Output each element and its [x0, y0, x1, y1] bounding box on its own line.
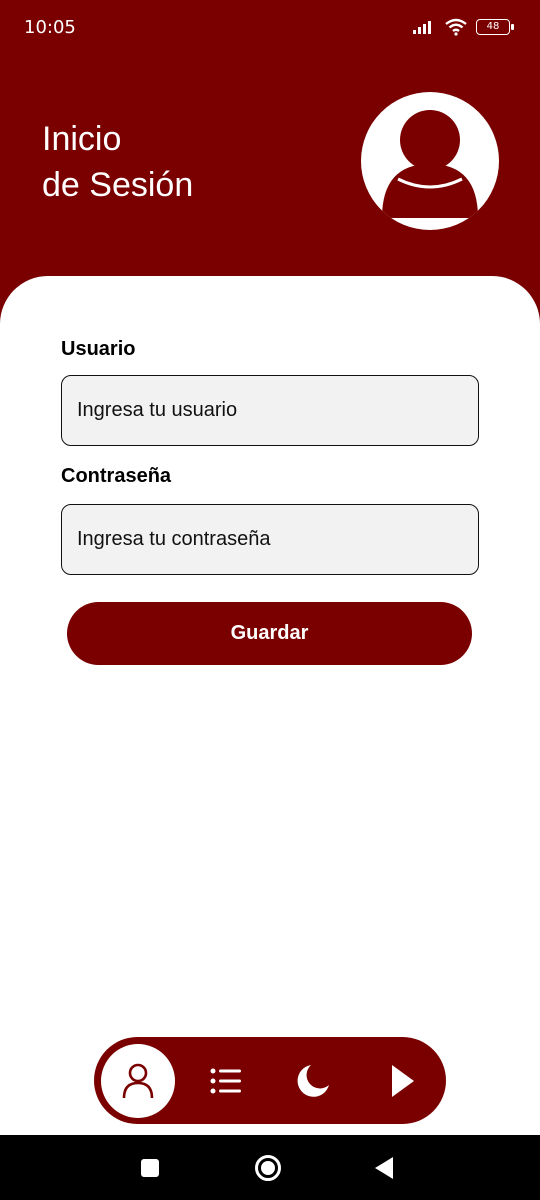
recents-icon	[141, 1158, 159, 1177]
nav-item-list[interactable]	[189, 1044, 263, 1118]
password-input[interactable]	[61, 504, 479, 575]
page-title-line1: Inicio	[42, 120, 122, 158]
person-icon	[122, 1063, 154, 1099]
system-nav-bar	[0, 1135, 540, 1200]
nav-item-theme[interactable]	[276, 1044, 350, 1118]
user-input[interactable]	[61, 375, 479, 446]
home-button[interactable]	[238, 1135, 298, 1200]
list-icon	[210, 1068, 241, 1094]
page-title-line2: de Sesión	[42, 166, 194, 204]
home-icon	[255, 1154, 281, 1181]
user-avatar-icon	[361, 92, 499, 230]
status-bar: 10:05 48	[0, 0, 540, 56]
nav-item-play[interactable]	[366, 1044, 440, 1118]
user-label: Usuario	[61, 338, 136, 360]
battery-icon: 48	[476, 19, 514, 35]
bottom-nav	[94, 1037, 446, 1124]
save-button[interactable]: Guardar	[67, 602, 472, 665]
back-button[interactable]	[354, 1135, 414, 1200]
signal-icon	[413, 21, 431, 34]
wifi-icon	[445, 18, 467, 36]
moon-icon	[297, 1065, 329, 1097]
nav-item-profile[interactable]	[101, 1044, 175, 1118]
status-icons: 48	[412, 18, 514, 36]
back-icon	[375, 1156, 393, 1179]
status-time: 10:05	[24, 17, 76, 38]
password-label: Contraseña	[61, 465, 172, 487]
play-icon	[392, 1065, 414, 1097]
recents-button[interactable]	[120, 1135, 180, 1200]
